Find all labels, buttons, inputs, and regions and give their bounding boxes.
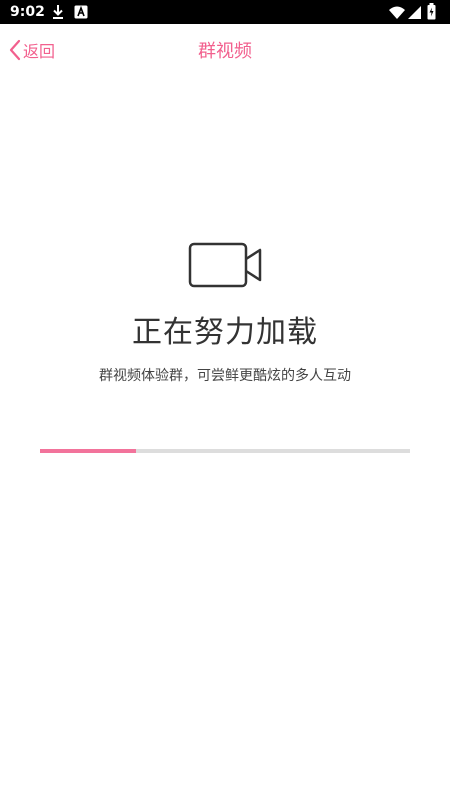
download-icon [52, 4, 64, 24]
page-title: 群视频 [198, 41, 252, 62]
status-time: 9:02 [10, 4, 45, 20]
battery-icon [427, 3, 436, 24]
nav-bar: 返回 群视频 [0, 24, 450, 80]
status-bar: 9:02 [0, 0, 450, 24]
loading-subtitle: 群视频体验群，可尝鲜更酷炫的多人互动 [99, 368, 351, 384]
wifi-icon [389, 5, 405, 24]
progress-fill [40, 449, 137, 453]
loading-title: 正在努力加载 [132, 315, 318, 350]
screen: 9:02 返回 群视频 正在努力加载 群视频体验群，可尝鲜更酷炫的多人互动 [0, 0, 450, 800]
signal-icon [408, 5, 422, 24]
video-camera-icon [188, 242, 263, 290]
app-icon [74, 4, 88, 23]
progress-bar [40, 449, 410, 453]
